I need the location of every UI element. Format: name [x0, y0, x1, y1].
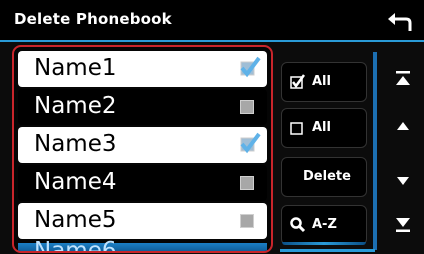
search-label: A-Z [312, 217, 337, 232]
checked-box-icon [290, 74, 306, 89]
scroll-up-icon[interactable] [392, 115, 414, 137]
header-divider [0, 40, 424, 42]
scroll-top-icon[interactable] [392, 67, 414, 89]
deselect-all-label: All [312, 120, 331, 135]
empty-box-icon [290, 122, 303, 135]
bottom-accent-line [280, 249, 375, 252]
list-item-label: Name4 [34, 169, 117, 195]
delete-button[interactable]: Delete [281, 157, 367, 197]
page-title: Delete Phonebook [14, 10, 172, 28]
checkbox-unchecked-icon[interactable] [240, 176, 254, 190]
list-item[interactable]: Name2 [18, 89, 267, 125]
list-item-label: Name2 [34, 93, 117, 119]
checkbox-checked-icon[interactable] [238, 131, 262, 155]
back-button[interactable] [386, 9, 416, 37]
list-item-partial[interactable]: Name6 [18, 238, 267, 251]
back-arrow-icon [388, 13, 412, 31]
search-button[interactable]: A-Z [281, 205, 367, 245]
checkbox-unchecked-icon[interactable] [240, 100, 254, 114]
header-bar: Delete Phonebook [0, 0, 424, 42]
delete-phonebook-screen: Delete Phonebook Name1 Name2 Name3 Name4… [0, 0, 424, 254]
search-icon [290, 217, 306, 233]
delete-label: Delete [303, 169, 351, 184]
list-item-label: Name6 [34, 238, 117, 253]
select-all-button[interactable]: All [281, 62, 367, 102]
checkbox-unchecked-icon[interactable] [240, 214, 254, 228]
phonebook-list: Name1 Name2 Name3 Name4 Name5 Name6 [12, 45, 273, 253]
checkbox-checked-icon[interactable] [238, 55, 262, 79]
list-item-label: Name5 [34, 207, 117, 233]
deselect-all-button[interactable]: All [281, 108, 367, 148]
button-accent-line [282, 242, 366, 245]
scroll-down-icon[interactable] [392, 170, 414, 192]
list-item[interactable]: Name5 [18, 203, 267, 239]
list-item[interactable]: Name3 [18, 127, 267, 163]
list-item-label: Name1 [34, 55, 117, 81]
list-item[interactable]: Name1 [18, 51, 267, 87]
list-item-label: Name3 [34, 131, 117, 157]
select-all-label: All [312, 74, 331, 89]
list-item[interactable]: Name4 [18, 165, 267, 201]
scroll-bottom-icon[interactable] [392, 214, 414, 236]
scrollbar-track[interactable] [373, 52, 377, 250]
